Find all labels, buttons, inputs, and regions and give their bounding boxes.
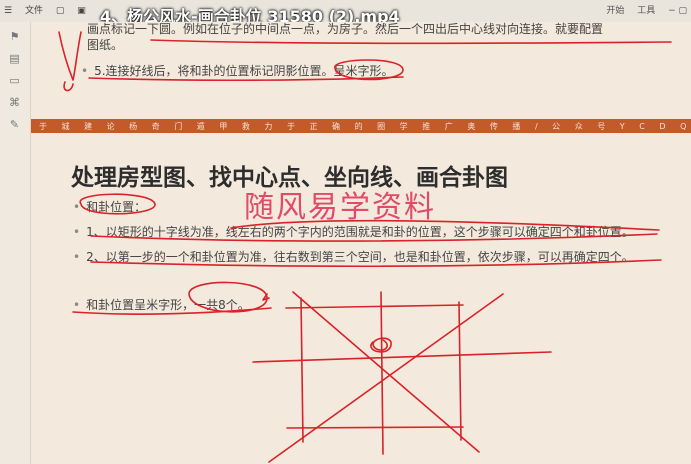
ink-rect-left bbox=[300, 297, 304, 443]
toolbar-tools[interactable]: 工具 bbox=[637, 6, 655, 16]
file-menu[interactable]: 文件 bbox=[25, 6, 43, 16]
previous-text-line2: • 5.连接好线后，将和卦的位置标记阴影位置。呈米字形。 bbox=[81, 62, 394, 79]
toolbar-left: ☰ 文件 ▢ ▣ bbox=[4, 3, 96, 16]
ink-margin-curl bbox=[63, 81, 74, 92]
thumbnail-icon[interactable]: ▤ bbox=[8, 52, 21, 65]
open-icon[interactable]: ▢ bbox=[56, 6, 65, 16]
comment-icon[interactable]: ▭ bbox=[8, 74, 21, 87]
list-item-text: 2、以第一步的一个和卦位置为准，往右数到第三个空间，也是和卦位置，依次步骤，可以… bbox=[86, 250, 634, 264]
ink-rect-right bbox=[458, 301, 462, 441]
ink-center-scribble bbox=[370, 337, 392, 353]
ink-rect-bottom bbox=[286, 426, 464, 429]
ink-margin-mark bbox=[58, 31, 82, 81]
ink-rect-top bbox=[285, 304, 464, 309]
previous-text-line1: 画点标记一下圆。例如在位子的中间点一点，为房子。然后一个四出后中心线对向连接。就… bbox=[87, 22, 604, 36]
bullet: • bbox=[81, 64, 89, 78]
bullet: • bbox=[73, 200, 81, 214]
bullet: • bbox=[73, 298, 81, 312]
ink-diagonal-2 bbox=[268, 293, 504, 463]
attachment-icon[interactable]: ⌘ bbox=[8, 96, 21, 109]
list-item: • 和卦位置呈米字形，一共8个。 bbox=[73, 296, 250, 313]
left-sidebar: ⚑ ▤ ▭ ⌘ ✎ bbox=[0, 22, 31, 464]
list-item-text: 1、以矩形的十字线为准，线左右的两个字内的范围就是和卦的位置，这个步骤可以确定四… bbox=[86, 225, 634, 239]
settings-icon[interactable]: ✎ bbox=[8, 118, 21, 131]
bullet: • bbox=[73, 250, 81, 264]
ink-pointer bbox=[262, 293, 270, 301]
handwritten-annotations bbox=[58, 31, 672, 463]
banner-text: 于 城 建 论 杨 奇 门 遁 甲 救 力 于 正 确 的 圈 学 推 广 奥 … bbox=[39, 122, 691, 131]
bullet: • bbox=[73, 225, 81, 239]
list-item-text: 和卦位置呈米字形，一共8个。 bbox=[86, 298, 250, 312]
bookmark-icon[interactable]: ⚑ bbox=[8, 30, 21, 43]
toolbar-start[interactable]: 开始 bbox=[606, 6, 624, 16]
toolbar-right: 开始 工具 − ▢ bbox=[606, 3, 687, 16]
list-item-text: 和卦位置： bbox=[86, 200, 147, 214]
watermark-text: 随风易学资料 bbox=[244, 190, 436, 225]
ink-underline-prev1 bbox=[150, 39, 672, 45]
list-item: • 和卦位置： bbox=[73, 198, 146, 215]
list-item: • 1、以矩形的十字线为准，线左右的两个字内的范围就是和卦的位置，这个步骤可以确定… bbox=[73, 223, 634, 240]
previous-text-line2-content: 5.连接好线后，将和卦的位置标记阴影位置。呈米字形。 bbox=[94, 64, 394, 78]
ink-diagonal-1 bbox=[292, 291, 480, 453]
save-icon[interactable]: ▣ bbox=[77, 6, 86, 16]
previous-text-line1b: 图纸。 bbox=[87, 38, 124, 52]
list-item: • 2、以第一步的一个和卦位置为准，往右数到第三个空间，也是和卦位置，依次步骤，可… bbox=[73, 248, 634, 265]
document-page: 画点标记一下圆。例如在位子的中间点一点，为房子。然后一个四出后中心线对向连接。就… bbox=[31, 22, 691, 464]
ink-cross-horizontal bbox=[252, 351, 552, 363]
window-controls-icon[interactable]: − ▢ bbox=[668, 6, 687, 16]
menu-icon[interactable]: ☰ bbox=[4, 6, 12, 16]
ink-cross-vertical bbox=[380, 291, 384, 455]
